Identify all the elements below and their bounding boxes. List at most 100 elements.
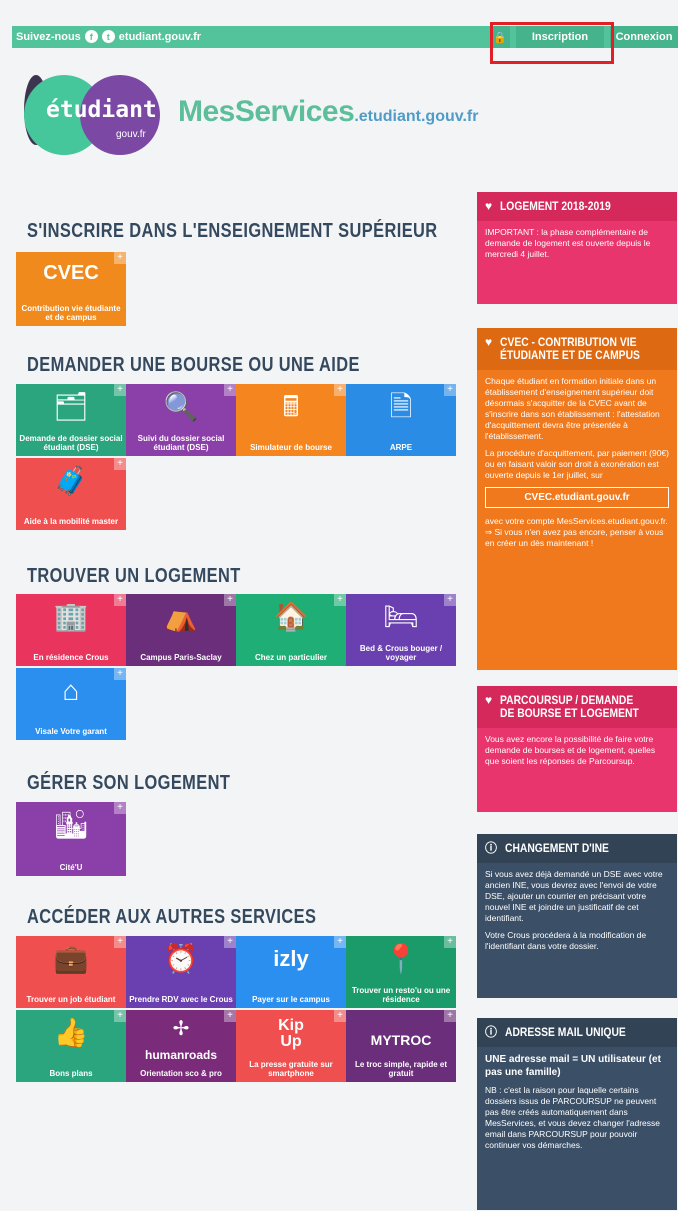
tile-arpe[interactable]: + 🗎 ARPE: [346, 384, 456, 456]
panel-text: NB : c'est la raison pour laquelle certa…: [485, 1085, 661, 1150]
luggage-icon: 🧳: [53, 465, 89, 496]
tile-label: Bons plans: [49, 1069, 93, 1078]
plus-icon[interactable]: +: [444, 1010, 456, 1022]
briefcase-icon: 💼: [53, 943, 89, 974]
etudiant-logo[interactable]: étudiant gouv.fr: [24, 75, 164, 157]
section-title-bourse: DEMANDER UNE BOURSE OU UNE AIDE: [27, 354, 360, 376]
folder-icon: 🗂: [53, 391, 89, 422]
logo-subtext: gouv.fr: [116, 129, 146, 140]
panel-body: IMPORTANT : la phase complémentaire de d…: [477, 221, 677, 274]
tile-simulateur[interactable]: + 🖩 Simulateur de bourse: [236, 384, 346, 456]
tile-kipup[interactable]: + Kip Up La presse gratuite sur smartphon…: [236, 1010, 346, 1082]
tile-bedcrous[interactable]: + 🛏 Bed & Crous bouger / voyager: [346, 594, 456, 666]
tile-mobilite[interactable]: + 🧳 Aide à la mobilité master: [16, 458, 126, 530]
connexion-button[interactable]: Connexion: [610, 26, 678, 48]
panel-text: La procédure d'acquittement, par paiemen…: [485, 448, 670, 480]
document-icon: 🗎: [389, 391, 413, 422]
tile-label: Demande de dossier social étudiant (DSE): [19, 434, 123, 452]
panel-parcoursup: ♥ PARCOURSUP / DEMANDE DE BOURSE ET LOGE…: [477, 686, 677, 812]
panel-ine: ⓘ CHANGEMENT D'INE Si vous avez déjà dem…: [477, 834, 677, 998]
tile-residence[interactable]: + 🏢 En résidence Crous: [16, 594, 126, 666]
site-link[interactable]: etudiant.gouv.fr: [119, 31, 201, 43]
tile-label: Campus Paris-Saclay: [140, 653, 222, 662]
tile-suivi-dse[interactable]: + 🔍 Suivi du dossier social étudiant (DS…: [126, 384, 236, 456]
humanroads-logo: humanroads: [144, 1048, 217, 1062]
panel-logement: ♥ LOGEMENT 2018-2019 IMPORTANT : la phas…: [477, 192, 677, 304]
tile-label: Prendre RDV avec le Crous: [129, 995, 233, 1004]
panel-header: ♥ LOGEMENT 2018-2019: [477, 192, 677, 221]
cvec-link-button[interactable]: CVEC.etudiant.gouv.fr: [485, 487, 669, 508]
heart-icon: ♥: [485, 335, 493, 349]
panel-title: ADRESSE MAIL UNIQUE: [505, 1025, 626, 1039]
section-title-inscrire: S'INSCRIRE DANS L'ENSEIGNEMENT SUPÉRIEUR: [27, 220, 438, 242]
panel-title: CVEC - CONTRIBUTION VIE ÉTUDIANTE ET DE …: [500, 335, 641, 362]
tile-label: Trouver un resto'u ou une résidence: [351, 986, 451, 1004]
panel-header: ⓘ CHANGEMENT D'INE: [477, 834, 677, 863]
tile-humanroads[interactable]: + ✢ humanroads Orientation sco & pro: [126, 1010, 236, 1082]
highlight-box: [490, 22, 614, 64]
thumbs-up-icon: 👍: [53, 1017, 89, 1048]
tile-particulier[interactable]: + 🏠 Chez un particulier: [236, 594, 346, 666]
tile-dse[interactable]: + 🗂 Demande de dossier social étudiant (…: [16, 384, 126, 456]
panel-mail: ⓘ ADRESSE MAIL UNIQUE UNE adresse mail =…: [477, 1018, 677, 1210]
panel-text: IMPORTANT : la phase complémentaire de d…: [485, 227, 651, 259]
tile-label: Bed & Crous bouger / voyager: [359, 644, 443, 662]
panel-body: Vous avez encore la possibilité de faire…: [477, 728, 677, 781]
city-icon: 🏙: [53, 809, 89, 840]
panel-text: avec votre compte MesServices.etudiant.g…: [485, 516, 668, 526]
tile-label: Contribution vie étudiante et de campus: [21, 304, 121, 322]
house-search-icon: 🏠: [273, 601, 309, 632]
brand-title[interactable]: MesServices.etudiant.gouv.fr: [178, 95, 478, 129]
panel-text: UNE adresse mail = UN utilisateur (et pa…: [485, 1054, 661, 1078]
tile-bonsplans[interactable]: + 👍 Bons plans: [16, 1010, 126, 1082]
follow-label: Suivez-nous: [16, 30, 81, 43]
tile-label: Trouver un job étudiant: [26, 995, 116, 1004]
facebook-icon[interactable]: f: [84, 30, 98, 43]
panel-body: Chaque étudiant en formation initiale da…: [477, 370, 677, 563]
tile-label: Cité'U: [59, 863, 83, 872]
tile-campus[interactable]: + ⛺ Campus Paris-Saclay: [126, 594, 236, 666]
info-icon: ⓘ: [485, 841, 498, 855]
tile-label: ARPE: [389, 443, 413, 452]
brand-sub: .etudiant.gouv.fr: [354, 108, 479, 125]
cvec-title: CVEC: [43, 262, 99, 284]
tile-label: Suivi du dossier social étudiant (DSE): [137, 434, 225, 452]
heart-icon: ♥: [485, 199, 493, 213]
social-links: Suivez-nous f t etudiant.gouv.fr: [16, 30, 201, 43]
kipup-logo-icon: Kip Up: [278, 1017, 304, 1050]
campus-icon: ⛺: [163, 601, 199, 632]
panel-text: Si vous avez déjà demandé un DSE avec vo…: [485, 869, 663, 923]
tile-citeu[interactable]: + 🏙 Cité'U: [16, 802, 126, 876]
tile-label: Le troc simple, rapide et gratuit: [354, 1060, 448, 1078]
panel-text: ⇒ Si vous n'en avez pas encore, penser à…: [485, 527, 664, 548]
brand-main: MesServices: [178, 95, 355, 128]
building-search-icon: 🏢: [53, 601, 89, 632]
panel-header: ♥ CVEC - CONTRIBUTION VIE ÉTUDIANTE ET D…: [477, 328, 677, 370]
panel-header: ♥ PARCOURSUP / DEMANDE DE BOURSE ET LOGE…: [477, 686, 677, 728]
twitter-icon[interactable]: t: [101, 30, 115, 43]
tile-cvec[interactable]: + CVEC Contribution vie étudiante et de …: [16, 252, 126, 326]
tile-job[interactable]: + 💼 Trouver un job étudiant: [16, 936, 126, 1008]
tile-label: Visale Votre garant: [35, 727, 107, 736]
tile-mytroc[interactable]: + MYTROC Le troc simple, rapide et gratu…: [346, 1010, 456, 1082]
tile-label: Payer sur le campus: [252, 995, 330, 1004]
mytroc-logo: MYTROC: [370, 1032, 432, 1048]
tile-label: En résidence Crous: [33, 653, 109, 662]
tile-rdv[interactable]: + ⏰ Prendre RDV avec le Crous: [126, 936, 236, 1008]
tile-label: La presse gratuite sur smartphone: [249, 1060, 333, 1078]
tile-visale[interactable]: + ⌂ Visale Votre garant: [16, 668, 126, 740]
izly-icon: izly: [273, 946, 309, 971]
signpost-icon: ✢: [172, 1018, 190, 1040]
house-shield-icon: ⌂: [62, 675, 80, 706]
panel-title: CHANGEMENT D'INE: [505, 841, 609, 855]
tile-restou[interactable]: + 📍 Trouver un resto'u ou une résidence: [346, 936, 456, 1008]
tile-label: Simulateur de bourse: [250, 443, 332, 452]
panel-text: Vous avez encore la possibilité de faire…: [485, 734, 656, 766]
panel-text: Chaque étudiant en formation initiale da…: [485, 376, 660, 441]
section-title-gerer-logement: GÉRER SON LOGEMENT: [27, 772, 231, 794]
tile-izly[interactable]: + izly Payer sur le campus: [236, 936, 346, 1008]
folder-search-icon: 🔍: [163, 391, 199, 422]
location-pin-icon: 📍: [383, 943, 419, 974]
info-icon: ⓘ: [485, 1025, 498, 1039]
panel-text: Votre Crous procédera à la modification …: [485, 930, 647, 951]
